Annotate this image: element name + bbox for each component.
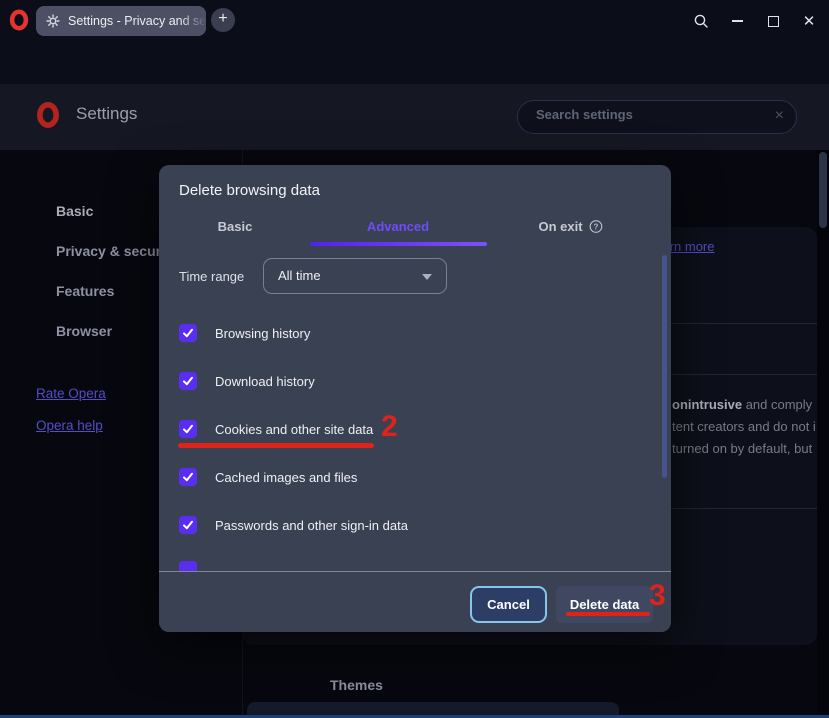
opera-logo-icon[interactable]	[8, 9, 30, 31]
opera-help-link[interactable]: Opera help	[36, 418, 103, 433]
new-tab-button[interactable]: +	[211, 8, 235, 32]
gear-icon	[46, 14, 60, 28]
page-title: Settings	[76, 104, 137, 124]
minimize-icon	[732, 20, 743, 22]
annotation-underline-cookies	[178, 443, 374, 448]
checkbox-label: Download history	[215, 374, 315, 389]
sidebar-item-features[interactable]: Features	[56, 283, 114, 299]
checkbox-checked[interactable]	[179, 372, 197, 390]
page-scrollbar-thumb[interactable]	[819, 152, 827, 228]
clear-search-icon[interactable]: ×	[775, 107, 784, 125]
sidebar-item-basic[interactable]: Basic	[56, 203, 93, 219]
tab-title: Settings - Privacy and secu	[68, 14, 206, 28]
setting-description-text: onintrusive and comply tent creators and…	[672, 394, 818, 460]
tab-on-exit-label: On exit	[538, 219, 582, 234]
delete-data-button[interactable]: Delete data	[556, 586, 653, 623]
tab-bar: Settings - Privacy and secu + ✕	[0, 0, 829, 40]
checkbox-checked[interactable]	[179, 324, 197, 342]
rate-opera-link[interactable]: Rate Opera	[36, 386, 106, 401]
browser-tab-settings[interactable]: Settings - Privacy and secu	[36, 6, 206, 36]
settings-header: Settings ×	[0, 84, 829, 150]
time-range-value: All time	[278, 268, 321, 283]
active-tab-underline	[310, 242, 487, 246]
checkbox-label: Passwords and other sign-in data	[215, 518, 408, 533]
settings-search-box[interactable]: ×	[517, 100, 797, 134]
time-range-label: Time range	[179, 269, 244, 284]
checkbox-checked[interactable]	[179, 420, 197, 438]
help-question-icon: ?	[589, 219, 604, 234]
address-bar-row: VPN settings/clearBrowserData 1	[0, 40, 829, 84]
settings-search-input[interactable]	[536, 107, 756, 122]
themes-heading: Themes	[330, 677, 383, 693]
scrollbar-track	[817, 150, 829, 715]
sidebar-item-browser[interactable]: Browser	[56, 323, 112, 339]
dialog-tab-advanced[interactable]: Advanced	[367, 219, 429, 234]
cancel-button[interactable]: Cancel	[470, 586, 547, 623]
checkbox-checked[interactable]	[179, 516, 197, 534]
time-range-dropdown[interactable]: All time	[263, 258, 447, 294]
svg-text:?: ?	[594, 222, 599, 231]
checkbox-label: Cached images and files	[215, 470, 357, 485]
dialog-tab-basic[interactable]: Basic	[218, 219, 253, 234]
dialog-scrollbar-thumb[interactable]	[662, 255, 667, 478]
maximize-icon	[768, 16, 779, 27]
chevron-down-icon	[422, 274, 432, 280]
delete-browsing-data-dialog: Delete browsing data Basic Advanced On e…	[159, 165, 671, 632]
close-button[interactable]: ✕	[798, 10, 820, 32]
minimize-button[interactable]	[726, 10, 748, 32]
annotation-step-3: 3	[649, 582, 666, 610]
dialog-title: Delete browsing data	[179, 182, 320, 199]
checkbox-label: Browsing history	[215, 326, 310, 341]
checkbox-checked[interactable]	[179, 468, 197, 486]
browser-window: Settings - Privacy and secu + ✕ VPN sett…	[0, 0, 829, 718]
checkbox-label: Cookies and other site data	[215, 422, 373, 437]
dialog-footer: Cancel Delete data 3	[159, 571, 671, 632]
dialog-tab-on-exit[interactable]: On exit ?	[538, 219, 603, 234]
maximize-button[interactable]	[762, 10, 784, 32]
annotation-underline-delete	[566, 612, 650, 616]
search-tabs-icon[interactable]	[693, 13, 709, 29]
opera-settings-logo-icon	[34, 101, 62, 129]
annotation-step-2: 2	[381, 413, 398, 441]
